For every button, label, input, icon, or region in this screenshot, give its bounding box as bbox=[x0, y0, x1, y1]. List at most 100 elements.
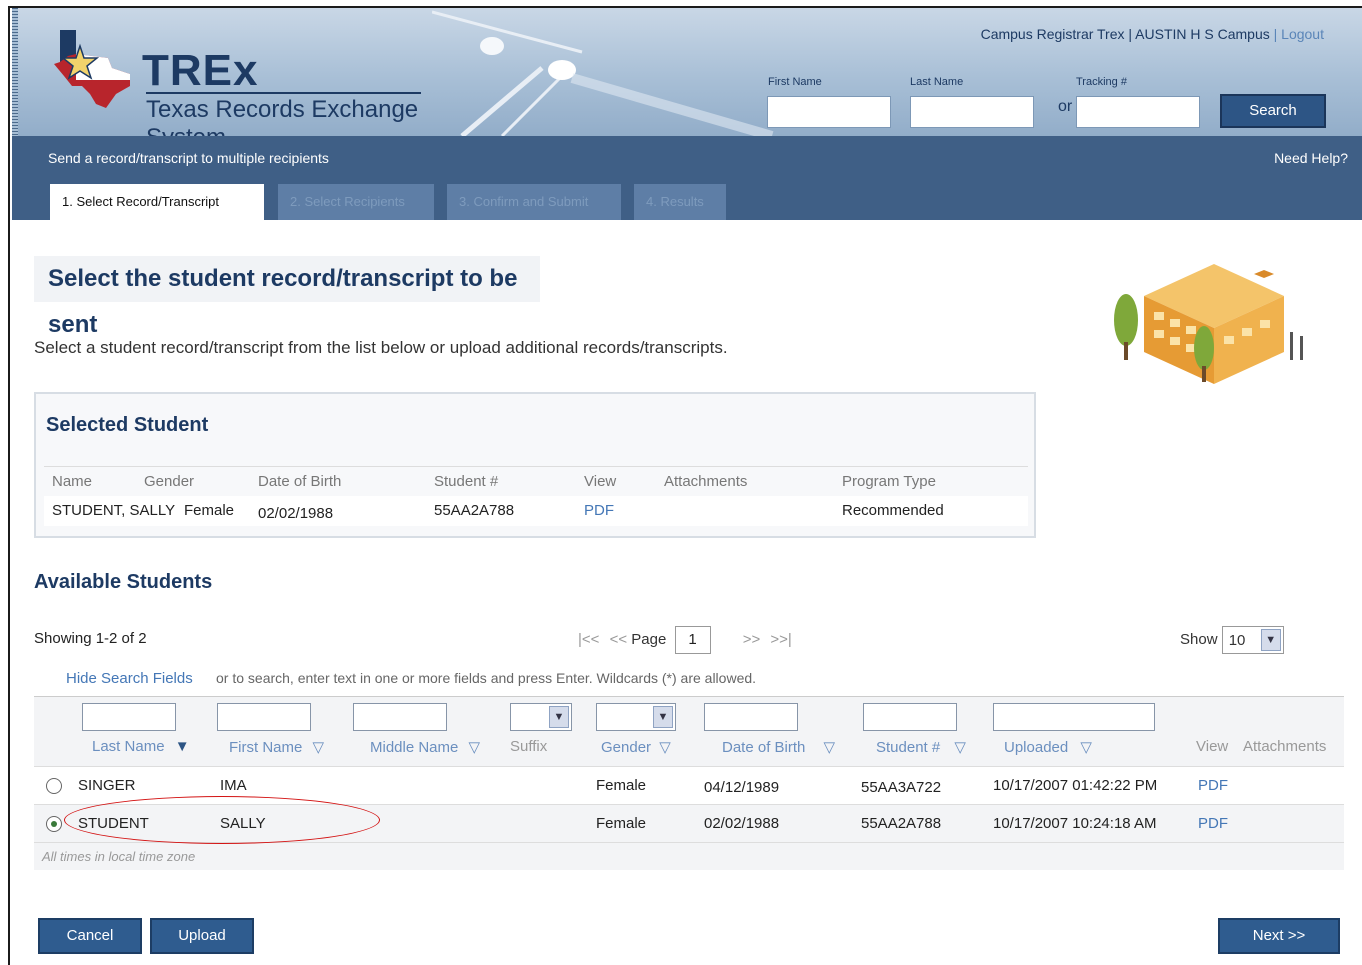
page-label: Page bbox=[631, 630, 667, 648]
cancel-button[interactable]: Cancel bbox=[38, 918, 142, 954]
user-campus-label: Campus Registrar Trex | AUSTIN H S Campu… bbox=[980, 26, 1270, 42]
attachments-header: Attachments bbox=[1243, 738, 1327, 755]
sort-middle-name[interactable]: Middle Name ▽ bbox=[370, 738, 480, 756]
row-radio[interactable] bbox=[46, 778, 62, 794]
chevron-down-icon[interactable]: ▼ bbox=[653, 706, 673, 728]
available-students-title: Available Students bbox=[34, 571, 213, 593]
available-students-table: ▼ ▼ Last Name ▼ First Name ▽ Middle Name… bbox=[34, 696, 1344, 870]
dob-header: Date of Birth bbox=[722, 739, 806, 756]
last-name-input[interactable] bbox=[910, 96, 1034, 128]
logout-link[interactable]: | Logout bbox=[1274, 26, 1324, 42]
sort-first-name[interactable]: First Name ▽ bbox=[229, 738, 324, 756]
col-program-type: Program Type bbox=[842, 473, 936, 490]
selected-dob: 02/02/1988 bbox=[258, 505, 334, 522]
sort-student-no[interactable]: Student # ▽ bbox=[876, 738, 966, 756]
student-no-filter[interactable] bbox=[863, 703, 957, 731]
footnote-row: All times in local time zone bbox=[34, 842, 1344, 870]
col-dob: Date of Birth bbox=[258, 473, 342, 490]
texas-star-logo-icon bbox=[54, 30, 130, 108]
middle-name-filter[interactable] bbox=[353, 703, 447, 731]
showing-count: Showing 1-2 of 2 bbox=[34, 630, 147, 647]
chevron-down-icon[interactable]: ▼ bbox=[549, 706, 569, 728]
row-last-name: SINGER bbox=[78, 777, 136, 794]
suffix-filter[interactable]: ▼ bbox=[510, 703, 572, 731]
col-name: Name bbox=[52, 473, 93, 490]
row-dob: 02/02/1988 bbox=[704, 815, 780, 832]
suffix-header: Suffix bbox=[510, 738, 548, 755]
sort-icon: ▽ bbox=[823, 739, 836, 756]
tab-select-record[interactable]: 1. Select Record/Transcript bbox=[50, 184, 264, 220]
first-name-input[interactable] bbox=[767, 96, 891, 128]
show-label: Show bbox=[1180, 630, 1218, 648]
row-radio-selected[interactable] bbox=[46, 816, 62, 832]
sort-desc-icon: ▼ bbox=[174, 738, 190, 755]
logo-title: TREx bbox=[142, 46, 259, 95]
next-button[interactable]: Next >> bbox=[1218, 918, 1340, 954]
selected-student-panel: Selected Student Name Gender Date of Bir… bbox=[34, 392, 1036, 538]
header-stripe bbox=[12, 8, 18, 136]
sort-icon: ▽ bbox=[312, 739, 325, 756]
row-student-no: 55AA3A722 bbox=[861, 779, 942, 796]
next-page-button[interactable]: >> bbox=[743, 631, 761, 648]
selected-student-no: 55AA2A788 bbox=[434, 502, 515, 519]
satellite-graphic-icon bbox=[432, 10, 774, 136]
selected-name: STUDENT, SALLY bbox=[52, 502, 176, 519]
selected-program-type: Recommended bbox=[842, 502, 944, 519]
student-no-header: Student # bbox=[876, 739, 941, 756]
last-page-button[interactable]: >>| bbox=[770, 631, 791, 648]
user-info: Campus Registrar Trex | AUSTIN H S Campu… bbox=[981, 26, 1324, 42]
row-pdf-link[interactable]: PDF bbox=[1198, 815, 1228, 832]
row-student-no: 55AA2A788 bbox=[861, 815, 942, 832]
page-number-input[interactable]: 1 bbox=[674, 626, 711, 654]
tab-results: 4. Results bbox=[634, 184, 726, 220]
need-help-link[interactable]: Need Help? bbox=[1274, 150, 1348, 166]
uploaded-filter[interactable] bbox=[993, 703, 1155, 731]
col-gender: Gender bbox=[144, 473, 195, 490]
selection-highlight-ellipse bbox=[64, 796, 380, 844]
logo-subtitle: Texas Records Exchange System bbox=[146, 92, 421, 136]
sort-icon: ▽ bbox=[659, 739, 671, 756]
sort-last-name[interactable]: Last Name ▼ bbox=[92, 738, 190, 755]
page-size-control: Show 10 ▼ bbox=[1180, 626, 1284, 654]
sort-gender[interactable]: Gender ▽ bbox=[601, 738, 671, 756]
timezone-footnote: All times in local time zone bbox=[42, 849, 196, 864]
last-name-header: Last Name bbox=[92, 738, 165, 755]
upload-button[interactable]: Upload bbox=[150, 918, 254, 954]
first-name-header: First Name bbox=[229, 739, 303, 756]
tracking-input[interactable] bbox=[1076, 96, 1200, 128]
sort-uploaded[interactable]: Uploaded ▽ bbox=[1004, 738, 1092, 756]
last-name-filter[interactable] bbox=[82, 703, 176, 731]
first-name-label: First Name bbox=[768, 76, 822, 88]
pager: |<< << Page 1 >> >>| bbox=[578, 626, 792, 654]
selected-student-title: Selected Student bbox=[46, 414, 209, 436]
tab-select-recipients: 2. Select Recipients bbox=[278, 184, 434, 220]
gender-filter[interactable]: ▼ bbox=[596, 703, 676, 731]
nav-title: Send a record/transcript to multiple rec… bbox=[48, 150, 329, 166]
row-first-name: IMA bbox=[220, 777, 247, 794]
col-view: View bbox=[584, 473, 617, 490]
row-gender: Female bbox=[596, 815, 647, 832]
row-pdf-link[interactable]: PDF bbox=[1198, 777, 1228, 794]
dob-filter[interactable] bbox=[704, 703, 798, 731]
middle-name-header: Middle Name bbox=[370, 739, 459, 756]
selected-pdf-link[interactable]: PDF bbox=[584, 502, 614, 519]
first-name-filter[interactable] bbox=[217, 703, 311, 731]
selected-student-row: STUDENT, SALLY Female 02/02/1988 55AA2A7… bbox=[44, 496, 1028, 526]
prev-page-button[interactable]: << bbox=[610, 631, 628, 648]
row-dob: 04/12/1989 bbox=[704, 779, 780, 796]
search-hint: or to search, enter text in one or more … bbox=[216, 670, 757, 686]
chevron-down-icon[interactable]: ▼ bbox=[1260, 629, 1281, 651]
column-header-row: Last Name ▼ First Name ▽ Middle Name ▽ S… bbox=[34, 734, 1344, 766]
sort-icon: ▽ bbox=[468, 739, 481, 756]
header-search-button[interactable]: Search bbox=[1220, 94, 1326, 128]
or-label: or bbox=[1058, 98, 1073, 115]
first-page-button[interactable]: |<< bbox=[578, 631, 599, 648]
sort-dob[interactable]: Date of Birth ▽ bbox=[722, 738, 835, 756]
sort-icon: ▽ bbox=[1080, 739, 1092, 756]
row-uploaded: 10/17/2007 10:24:18 AM bbox=[993, 815, 1157, 832]
page-size-select[interactable]: 10 ▼ bbox=[1221, 626, 1284, 654]
col-student-no: Student # bbox=[434, 473, 499, 490]
hide-search-fields-link[interactable]: Hide Search Fields bbox=[66, 670, 193, 687]
page-title: Select the student record/transcript to … bbox=[34, 256, 540, 338]
selected-student-header: Name Gender Date of Birth Student # View… bbox=[44, 466, 1028, 496]
